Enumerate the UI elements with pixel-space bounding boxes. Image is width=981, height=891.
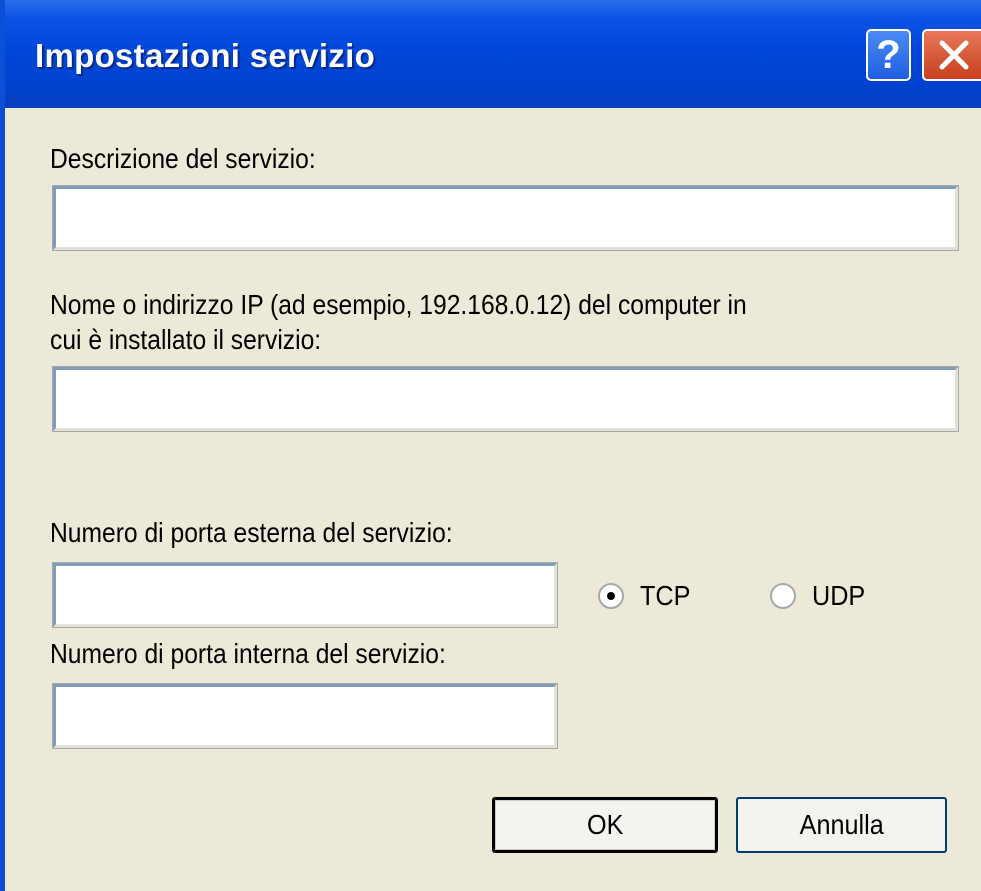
protocol-tcp-label: TCP <box>640 580 691 611</box>
host-label-line2: cui è installato il servizio: <box>50 324 322 355</box>
protocol-udp-label: UDP <box>812 580 866 611</box>
external-port-input[interactable] <box>52 562 558 628</box>
help-button[interactable]: ? <box>866 29 911 81</box>
host-input[interactable] <box>52 366 959 432</box>
close-icon <box>939 40 969 70</box>
close-button[interactable] <box>922 29 981 81</box>
help-icon: ? <box>876 33 901 77</box>
description-input[interactable] <box>52 185 959 251</box>
service-settings-dialog: Impostazioni servizio ? Descrizione del … <box>0 0 981 891</box>
internal-port-input[interactable] <box>52 683 558 749</box>
dialog-title: Impostazioni servizio <box>35 37 376 74</box>
cancel-label: Annulla <box>799 809 884 840</box>
internal-port-label: Numero di porta interna del servizio: <box>50 638 446 669</box>
protocol-radio-udp[interactable]: UDP <box>770 580 871 612</box>
protocol-radio-tcp[interactable]: TCP <box>598 580 696 612</box>
radio-selected-icon <box>598 583 624 609</box>
ok-button[interactable]: OK <box>492 797 718 853</box>
external-port-label: Numero di porta esterna del servizio: <box>50 517 453 548</box>
radio-unselected-icon <box>770 583 796 609</box>
description-label: Descrizione del servizio: <box>50 143 316 174</box>
host-label-line1: Nome o indirizzo IP (ad esempio, 192.168… <box>50 289 747 320</box>
cancel-button[interactable]: Annulla <box>736 797 947 853</box>
title-bar[interactable]: Impostazioni servizio ? <box>5 0 981 108</box>
ok-label: OK <box>586 809 624 840</box>
